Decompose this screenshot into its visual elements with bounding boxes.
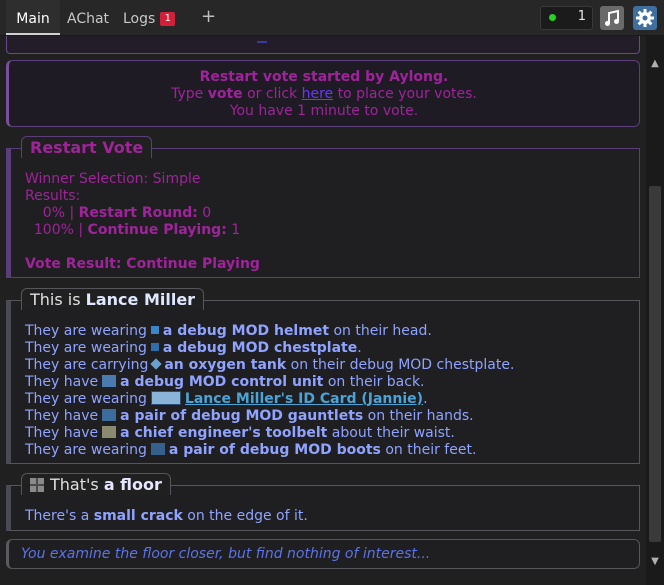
id-card-link[interactable]: Lance Miller's ID Card (Jannie) bbox=[185, 391, 423, 407]
list-item: They have a pair of debug MOD gauntlets o… bbox=[25, 408, 474, 424]
music-note-icon bbox=[605, 9, 619, 26]
tab-bar: Main AChat Logs 1 + 1 bbox=[0, 0, 664, 36]
floor-panel: That's a floor There's a small crack on … bbox=[6, 473, 640, 531]
list-item: They have a chief engineer's toolbelt abo… bbox=[25, 425, 455, 441]
vote-notice-title: Restart vote started by Aylong. bbox=[199, 69, 449, 85]
restart-vote-panel: Restart Vote Winner Selection: Simple Re… bbox=[6, 136, 640, 278]
chat-log: Restart vote started by Aylong. Type vot… bbox=[0, 36, 646, 585]
vote-notice: Restart vote started by Aylong. Type vot… bbox=[6, 60, 640, 127]
examine-title: This is Lance Miller bbox=[21, 288, 205, 310]
gear-icon bbox=[636, 9, 654, 27]
result-row-restart: 0% | Restart Round: 0 bbox=[25, 205, 212, 221]
previous-message-fragment bbox=[6, 36, 640, 54]
item-link[interactable]: a debug MOD chestplate bbox=[163, 340, 357, 356]
tab-logs-label: Logs bbox=[123, 11, 156, 27]
gauntlets-icon bbox=[102, 409, 117, 421]
floor-description: There's a small crack on the edge of it. bbox=[25, 508, 308, 524]
item-link[interactable]: a pair of debug MOD boots bbox=[169, 442, 381, 458]
helmet-icon bbox=[150, 326, 159, 334]
results-label: Results: bbox=[25, 188, 81, 204]
tab-main[interactable]: Main bbox=[6, 0, 60, 35]
list-item: They are carrying an oxygen tank on their… bbox=[25, 357, 515, 373]
scrollbar-thumb[interactable] bbox=[649, 186, 661, 542]
add-tab-button[interactable]: + bbox=[201, 6, 216, 27]
tab-logs[interactable]: Logs 1 bbox=[123, 0, 176, 35]
ping-count: 1 bbox=[577, 9, 586, 24]
control-unit-icon bbox=[102, 375, 117, 387]
examine-closer-message: You examine the floor closer, but find n… bbox=[6, 539, 640, 569]
status-dot-icon bbox=[549, 14, 556, 21]
vote-result: Vote Result: Continue Playing bbox=[25, 256, 260, 272]
toolbelt-icon bbox=[102, 426, 117, 438]
scroll-up-icon[interactable]: ▲ bbox=[649, 58, 661, 70]
examine-panel: This is Lance Miller They are wearing a d… bbox=[6, 288, 640, 464]
unread-badge: 1 bbox=[160, 12, 176, 26]
vote-notice-timer: You have 1 minute to vote. bbox=[229, 103, 419, 119]
ping-indicator: 1 bbox=[540, 6, 593, 30]
item-link[interactable]: an oxygen tank bbox=[164, 357, 286, 373]
item-link[interactable]: a debug MOD control unit bbox=[120, 374, 323, 390]
id-card-icon bbox=[150, 391, 181, 405]
cut-off-text bbox=[257, 37, 267, 43]
list-item: They are wearing a pair of debug MOD boot… bbox=[25, 442, 477, 458]
tab-achat[interactable]: AChat bbox=[67, 0, 109, 35]
examine-list: They are wearing a debug MOD helmet on th… bbox=[25, 323, 514, 459]
chestplate-icon bbox=[150, 343, 159, 351]
scroll-down-icon[interactable]: ▼ bbox=[649, 556, 661, 568]
restart-vote-title: Restart Vote bbox=[21, 136, 153, 158]
item-link[interactable]: a debug MOD helmet bbox=[163, 323, 329, 339]
item-link[interactable]: a pair of debug MOD gauntlets bbox=[120, 408, 363, 424]
result-row-continue: 100% | Continue Playing: 1 bbox=[25, 222, 241, 238]
floor-tile-icon bbox=[30, 478, 44, 492]
list-item: They are wearing Lance Miller's ID Card (… bbox=[25, 391, 428, 407]
oxygen-tank-icon bbox=[150, 358, 163, 370]
music-button[interactable] bbox=[600, 6, 624, 30]
boots-icon bbox=[150, 443, 165, 455]
scrollbar[interactable]: ▲ ▼ bbox=[646, 36, 664, 585]
list-item: They are wearing a debug MOD chestplate. bbox=[25, 340, 362, 356]
list-item: They are wearing a debug MOD helmet on th… bbox=[25, 323, 432, 339]
list-item: They have a debug MOD control unit on the… bbox=[25, 374, 425, 390]
vote-command: vote bbox=[207, 86, 243, 102]
floor-title: That's a floor bbox=[21, 473, 171, 495]
vote-notice-instructions: Type vote or click here to place your vo… bbox=[171, 86, 477, 102]
winner-selection: Winner Selection: Simple bbox=[25, 171, 201, 187]
vote-here-link[interactable]: here bbox=[302, 86, 334, 102]
settings-button[interactable] bbox=[633, 6, 657, 30]
item-link[interactable]: a chief engineer's toolbelt bbox=[120, 425, 327, 441]
